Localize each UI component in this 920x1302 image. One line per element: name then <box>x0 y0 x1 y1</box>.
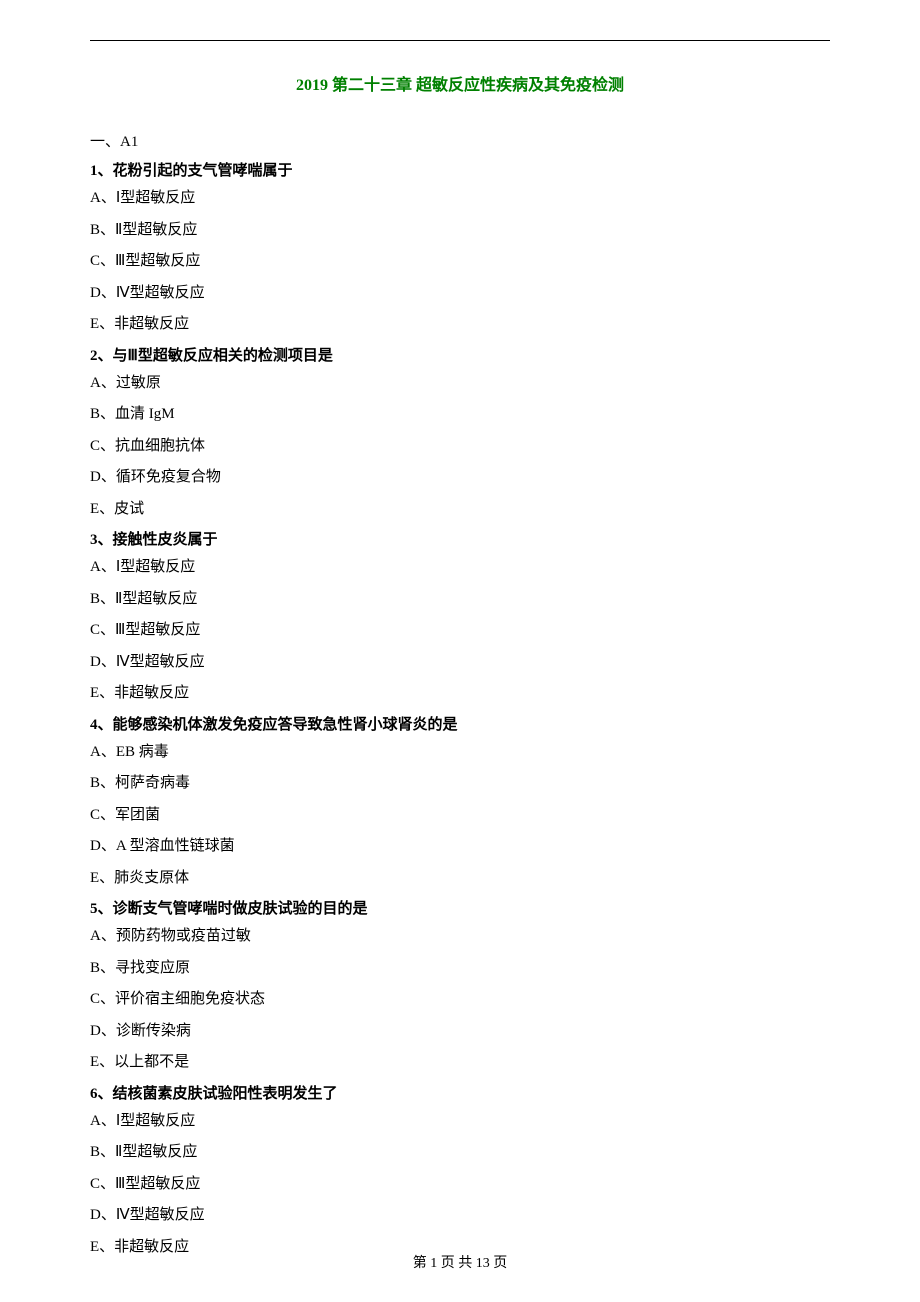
option-b: B、Ⅱ型超敏反应 <box>90 218 830 244</box>
option-d: D、Ⅳ型超敏反应 <box>90 650 830 676</box>
question-stem: 花粉引起的支气管哮喘属于 <box>113 163 293 179</box>
option-e: E、皮试 <box>90 497 830 523</box>
question-stem: 结核菌素皮肤试验阳性表明发生了 <box>113 1086 338 1102</box>
question-block-3: 3、接触性皮炎属于 A、Ⅰ型超敏反应 B、Ⅱ型超敏反应 C、Ⅲ型超敏反应 D、Ⅳ… <box>90 528 830 707</box>
option-c: C、Ⅲ型超敏反应 <box>90 618 830 644</box>
question-number: 1、 <box>90 163 113 179</box>
option-a: A、预防药物或疫苗过敏 <box>90 924 830 950</box>
option-b: B、寻找变应原 <box>90 956 830 982</box>
question-text: 3、接触性皮炎属于 <box>90 528 830 549</box>
option-a: A、Ⅰ型超敏反应 <box>90 186 830 212</box>
section-header: 一、A1 <box>90 130 830 151</box>
question-text: 5、诊断支气管哮喘时做皮肤试验的目的是 <box>90 897 830 918</box>
option-c: C、Ⅲ型超敏反应 <box>90 1172 830 1198</box>
question-block-4: 4、能够感染机体激发免疫应答导致急性肾小球肾炎的是 A、EB 病毒 B、柯萨奇病… <box>90 713 830 892</box>
question-number: 4、 <box>90 717 113 733</box>
option-e: E、以上都不是 <box>90 1050 830 1076</box>
question-number: 6、 <box>90 1086 113 1102</box>
option-c: C、Ⅲ型超敏反应 <box>90 249 830 275</box>
option-e: E、非超敏反应 <box>90 681 830 707</box>
option-a: A、EB 病毒 <box>90 740 830 766</box>
question-block-6: 6、结核菌素皮肤试验阳性表明发生了 A、Ⅰ型超敏反应 B、Ⅱ型超敏反应 C、Ⅲ型… <box>90 1082 830 1261</box>
question-text: 2、与Ⅲ型超敏反应相关的检测项目是 <box>90 344 830 365</box>
question-stem: 诊断支气管哮喘时做皮肤试验的目的是 <box>113 901 368 917</box>
question-text: 4、能够感染机体激发免疫应答导致急性肾小球肾炎的是 <box>90 713 830 734</box>
option-d: D、A 型溶血性链球菌 <box>90 834 830 860</box>
option-c: C、军团菌 <box>90 803 830 829</box>
top-border-line <box>90 40 830 41</box>
option-c: C、抗血细胞抗体 <box>90 434 830 460</box>
page-footer: 第 1 页 共 13 页 <box>0 1252 920 1272</box>
option-b: B、血清 IgM <box>90 402 830 428</box>
question-block-2: 2、与Ⅲ型超敏反应相关的检测项目是 A、过敏原 B、血清 IgM C、抗血细胞抗… <box>90 344 830 523</box>
option-b: B、柯萨奇病毒 <box>90 771 830 797</box>
option-d: D、循环免疫复合物 <box>90 465 830 491</box>
option-b: B、Ⅱ型超敏反应 <box>90 1140 830 1166</box>
question-number: 5、 <box>90 901 113 917</box>
question-number: 3、 <box>90 532 113 548</box>
question-text: 1、花粉引起的支气管哮喘属于 <box>90 159 830 180</box>
option-b: B、Ⅱ型超敏反应 <box>90 587 830 613</box>
question-block-1: 1、花粉引起的支气管哮喘属于 A、Ⅰ型超敏反应 B、Ⅱ型超敏反应 C、Ⅲ型超敏反… <box>90 159 830 338</box>
question-stem: 接触性皮炎属于 <box>113 532 218 548</box>
option-c: C、评价宿主细胞免疫状态 <box>90 987 830 1013</box>
option-a: A、Ⅰ型超敏反应 <box>90 555 830 581</box>
question-block-5: 5、诊断支气管哮喘时做皮肤试验的目的是 A、预防药物或疫苗过敏 B、寻找变应原 … <box>90 897 830 1076</box>
option-e: E、非超敏反应 <box>90 312 830 338</box>
question-number: 2、 <box>90 348 113 364</box>
option-d: D、诊断传染病 <box>90 1019 830 1045</box>
question-stem: 能够感染机体激发免疫应答导致急性肾小球肾炎的是 <box>113 717 458 733</box>
option-d: D、Ⅳ型超敏反应 <box>90 281 830 307</box>
option-d: D、Ⅳ型超敏反应 <box>90 1203 830 1229</box>
document-title: 2019 第二十三章 超敏反应性疾病及其免疫检测 <box>90 71 830 95</box>
option-a: A、过敏原 <box>90 371 830 397</box>
question-text: 6、结核菌素皮肤试验阳性表明发生了 <box>90 1082 830 1103</box>
question-stem: 与Ⅲ型超敏反应相关的检测项目是 <box>113 348 333 364</box>
option-e: E、肺炎支原体 <box>90 866 830 892</box>
option-a: A、Ⅰ型超敏反应 <box>90 1109 830 1135</box>
